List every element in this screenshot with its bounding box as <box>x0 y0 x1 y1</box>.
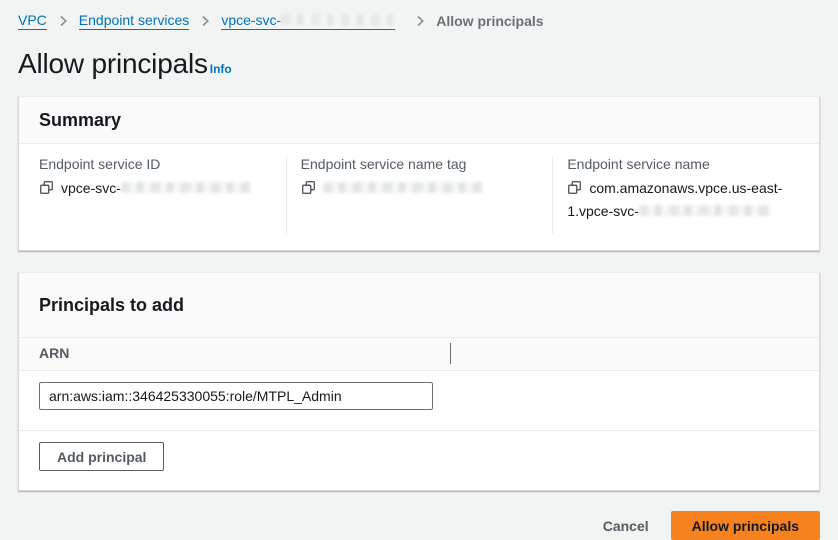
add-principal-button[interactable]: Add principal <box>39 442 164 471</box>
field-label: Endpoint service name <box>567 156 805 172</box>
summary-card: Summary Endpoint service ID vpce-svc- En… <box>18 96 820 251</box>
field-label: Endpoint service ID <box>39 156 272 172</box>
info-link[interactable]: Info <box>210 62 232 80</box>
chevron-right-icon <box>198 13 212 29</box>
principals-card-footer: Add principal <box>19 431 819 490</box>
breadcrumb-service-id-prefix: vpce-svc- <box>221 12 281 28</box>
breadcrumb-link-endpoint-services[interactable]: Endpoint services <box>79 12 190 30</box>
redacted-text <box>323 182 483 193</box>
arn-column-header: ARN <box>39 345 69 361</box>
redacted-text <box>121 182 251 193</box>
redacted-text <box>639 205 771 216</box>
field-value-text: vpce-svc- <box>61 180 121 196</box>
summary-field-endpoint-service-name: Endpoint service name com.amazonaws.vpce… <box>552 156 819 234</box>
copy-icon[interactable] <box>39 180 54 201</box>
breadcrumb: VPC Endpoint services vpce-svc- Allow pr… <box>18 10 820 32</box>
copy-icon[interactable] <box>301 180 316 201</box>
allow-principals-page: VPC Endpoint services vpce-svc- Allow pr… <box>0 0 838 540</box>
field-value <box>301 178 539 201</box>
chevron-right-icon <box>413 13 427 29</box>
redacted-text <box>281 14 395 25</box>
summary-card-header: Summary <box>19 97 819 144</box>
principals-title: Principals to add <box>39 295 799 316</box>
principals-to-add-card: Principals to add ARN Add principal <box>18 272 820 491</box>
arn-table-header-row: ARN <box>19 338 819 371</box>
summary-field-endpoint-service-id: Endpoint service ID vpce-svc- <box>19 156 286 234</box>
page-header: Allow principals Info <box>18 48 820 80</box>
cancel-button[interactable]: Cancel <box>599 511 653 540</box>
allow-principals-button[interactable]: Allow principals <box>671 511 820 540</box>
summary-title: Summary <box>39 110 799 131</box>
breadcrumb-current-page: Allow principals <box>436 13 543 29</box>
chevron-right-icon <box>56 13 70 29</box>
form-actions: Cancel Allow principals <box>18 511 820 540</box>
summary-body: Endpoint service ID vpce-svc- Endpoint s… <box>19 144 819 250</box>
breadcrumb-link-vpc[interactable]: VPC <box>18 12 47 30</box>
summary-field-endpoint-service-name-tag: Endpoint service name tag <box>286 156 553 234</box>
column-resize-handle[interactable] <box>450 343 451 364</box>
field-value: vpce-svc- <box>39 178 272 201</box>
field-value: com.amazonaws.vpce.us-east-1.vpce-svc- <box>567 178 805 222</box>
breadcrumb-link-endpoint-service-id[interactable]: vpce-svc- <box>221 12 395 30</box>
arn-table-row <box>19 371 819 431</box>
page-title: Allow principals <box>18 48 208 80</box>
copy-icon[interactable] <box>567 180 582 201</box>
principals-card-header: Principals to add <box>19 273 819 338</box>
arn-input[interactable] <box>39 382 433 410</box>
field-label: Endpoint service name tag <box>301 156 539 172</box>
